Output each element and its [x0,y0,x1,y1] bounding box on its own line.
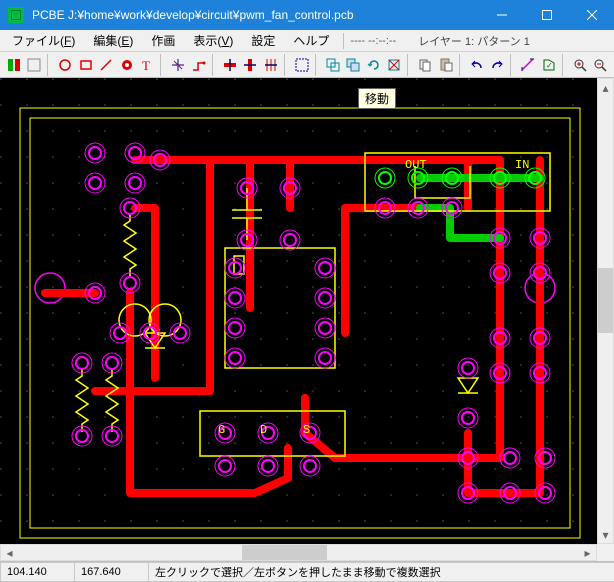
layer-off-icon[interactable] [25,54,45,76]
menubar: ファイル(F) 編集(E) 作画 表示(V) 設定 ヘルプ ---- --:--… [0,30,614,52]
vertical-scrollbar[interactable]: ▴ ▾ [597,78,614,544]
titlebar: PCBE J:¥home¥work¥develop¥circuit¥pwm_fa… [0,0,614,30]
align-icon[interactable] [261,54,281,76]
flip-h-icon[interactable] [220,54,240,76]
hscroll-thumb[interactable] [242,545,326,560]
layer-pattern-icon[interactable] [4,54,24,76]
menu-layer: レイヤー 1: パターン 1 [418,33,530,49]
statusbar: 104.140 167.640 左クリックで選択／左ボタンを押したまま移動で複数… [0,561,614,582]
menu-edit[interactable]: 編集(E) [85,30,141,51]
label-in: IN [515,158,529,172]
undo-icon[interactable] [467,54,487,76]
zoom-out-icon[interactable] [591,54,611,76]
menu-draw[interactable]: 作画 [143,30,183,51]
menu-status: ---- --:--:-- [350,35,396,47]
svg-text:T: T [142,58,150,73]
app-icon [8,7,24,23]
menu-file[interactable]: ファイル(F) [4,30,83,51]
line-tool-icon[interactable] [97,54,117,76]
pcb-canvas[interactable]: OUT IN G D S 移動 [0,78,614,544]
label-d: D [260,423,267,437]
minimize-button[interactable] [479,0,524,30]
label-s: S [303,423,310,437]
circle-tool-icon[interactable] [55,54,75,76]
menu-help[interactable]: ヘルプ [285,30,337,51]
menu-settings[interactable]: 設定 [243,30,283,51]
rotate-icon[interactable] [364,54,384,76]
text-tool-icon[interactable]: T [138,54,158,76]
menu-view[interactable]: 表示(V) [185,30,241,51]
move-block-icon[interactable] [323,54,343,76]
redo-icon[interactable] [488,54,508,76]
status-x: 104.140 [0,562,75,582]
rect-tool-icon[interactable] [76,54,96,76]
route-tool-icon[interactable] [189,54,209,76]
paste-icon[interactable] [436,54,456,76]
measure-icon[interactable] [519,54,539,76]
pad-tool-icon[interactable] [117,54,137,76]
window-title: PCBE J:¥home¥work¥develop¥circuit¥pwm_fa… [32,8,479,22]
copy-icon[interactable] [416,54,436,76]
copy-block-icon[interactable] [344,54,364,76]
flip-v-icon[interactable] [241,54,261,76]
drc-icon[interactable]: ✓ [539,54,559,76]
scroll-up-icon[interactable]: ▴ [598,79,613,96]
select-area-icon[interactable] [292,54,312,76]
scroll-right-icon[interactable]: ▸ [579,545,596,560]
horizontal-scrollbar[interactable]: ◂ ▸ [0,544,597,561]
scroll-corner [597,544,614,561]
zoom-in-icon[interactable] [570,54,590,76]
status-y: 167.640 [74,562,149,582]
snap-tool-icon[interactable] [169,54,189,76]
status-hint: 左クリックで選択／左ボタンを押したまま移動で複数選択 [148,562,614,582]
vscroll-thumb[interactable] [598,268,613,333]
close-button[interactable] [569,0,614,30]
maximize-button[interactable] [524,0,569,30]
menu-divider [343,33,344,49]
scroll-left-icon[interactable]: ◂ [1,545,18,560]
scroll-down-icon[interactable]: ▾ [598,526,613,543]
label-out: OUT [405,158,427,172]
svg-text:✓: ✓ [546,61,553,70]
tooltip-move: 移動 [358,88,396,109]
label-g: G [218,423,225,437]
pcb-drawing: OUT IN G D S [0,78,597,544]
delete-block-icon[interactable] [385,54,405,76]
toolbar: T ✓ [0,52,614,78]
window-buttons [479,0,614,30]
